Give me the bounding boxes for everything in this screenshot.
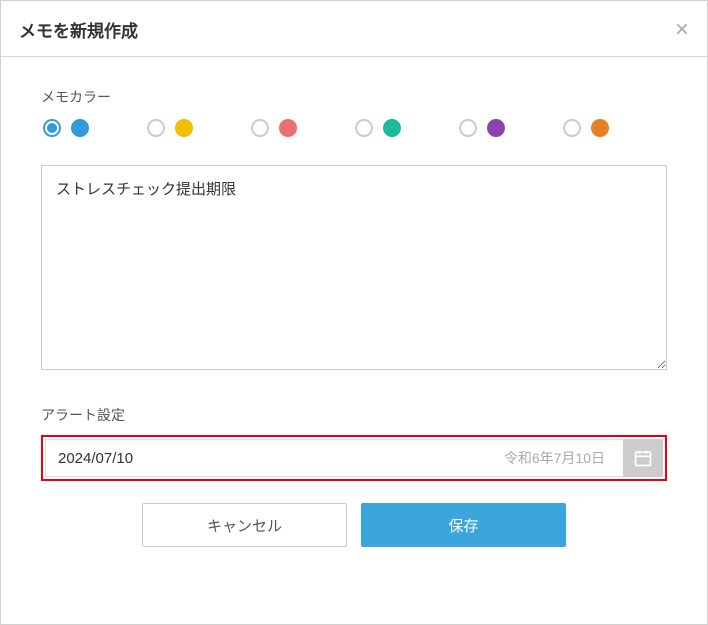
dialog-header: メモを新規作成 × [1,1,707,57]
date-input-wrap: 令和6年7月10日 [45,439,623,477]
memo-textarea[interactable] [41,165,667,370]
color-option-purple[interactable] [459,119,563,137]
radio-purple[interactable] [459,119,477,137]
button-row: キャンセル 保存 [41,503,667,547]
dialog-title: メモを新規作成 [19,17,138,42]
swatch-yellow [175,119,193,137]
create-memo-dialog: メモを新規作成 × メモカラー [0,0,708,625]
radio-orange[interactable] [563,119,581,137]
alert-date-row: 令和6年7月10日 [41,435,667,481]
color-option-pink[interactable] [251,119,355,137]
swatch-teal [383,119,401,137]
swatch-blue [71,119,89,137]
color-options-row [41,119,667,137]
radio-pink[interactable] [251,119,269,137]
cancel-button[interactable]: キャンセル [142,503,347,547]
dialog-body: メモカラー [1,57,707,624]
alert-date-input[interactable] [58,450,504,467]
alert-date-japanese: 令和6年7月10日 [504,448,605,468]
alert-label: アラート設定 [41,405,667,425]
color-option-yellow[interactable] [147,119,251,137]
swatch-pink [279,119,297,137]
close-icon[interactable]: × [675,18,689,42]
color-option-orange[interactable] [563,119,667,137]
swatch-purple [487,119,505,137]
swatch-orange [591,119,609,137]
color-option-teal[interactable] [355,119,459,137]
color-option-blue[interactable] [43,119,147,137]
radio-teal[interactable] [355,119,373,137]
calendar-icon [633,448,653,468]
radio-yellow[interactable] [147,119,165,137]
memo-color-label: メモカラー [41,87,667,107]
save-button[interactable]: 保存 [361,503,566,547]
calendar-button[interactable] [623,439,663,477]
radio-blue[interactable] [43,119,61,137]
